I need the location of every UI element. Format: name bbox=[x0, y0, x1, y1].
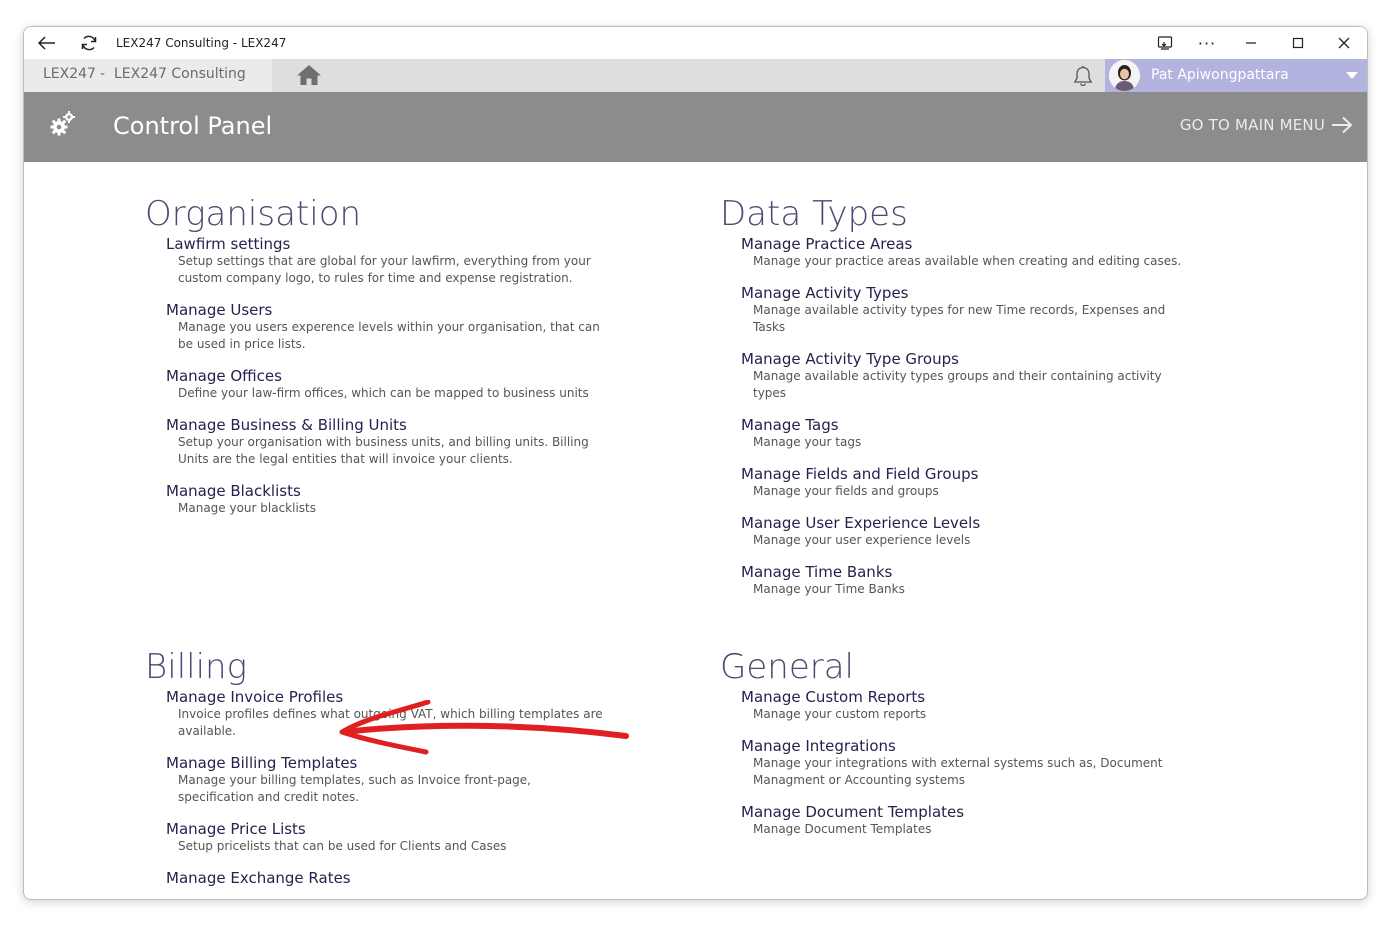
item-link[interactable]: Manage Time Banks bbox=[741, 563, 892, 581]
item-description: Invoice profiles defines what outgoing V… bbox=[178, 707, 603, 738]
main-menu-label: GO TO MAIN MENU bbox=[1179, 116, 1325, 134]
title-bar: LEX247 Consulting - LEX247 ··· bbox=[24, 27, 1367, 59]
item-link[interactable]: Manage Integrations bbox=[741, 737, 896, 755]
item-description: Setup your organisation with business un… bbox=[178, 435, 589, 466]
go-to-main-menu-link[interactable]: GO TO MAIN MENU bbox=[1180, 116, 1353, 134]
item-link[interactable]: Manage Practice Areas bbox=[741, 235, 912, 253]
tenant-selector[interactable]: LEX247 - LEX247 Consulting bbox=[24, 59, 272, 92]
refresh-icon[interactable] bbox=[76, 27, 102, 59]
item-description: Manage your custom reports bbox=[753, 707, 927, 721]
item-link[interactable]: Manage Billing Templates bbox=[166, 754, 357, 772]
item-description: Manage your blacklists bbox=[178, 501, 317, 515]
item-description: Setup pricelists that can be used for Cl… bbox=[178, 839, 507, 853]
item-link[interactable]: Manage Users bbox=[166, 301, 272, 319]
tenant-short: LEX247 bbox=[43, 66, 96, 82]
section-title: Billing bbox=[145, 647, 247, 687]
list-item: Manage Activity Type Groups Manage availa… bbox=[741, 349, 1280, 402]
section-item-list: Manage Invoice Profiles Invoice profiles … bbox=[145, 687, 665, 887]
section-item-list: Manage Practice Areas Manage your practic… bbox=[720, 234, 1280, 598]
item-link[interactable]: Manage Tags bbox=[741, 416, 839, 434]
item-description: Manage your practice areas available whe… bbox=[753, 254, 1182, 268]
maximize-icon[interactable] bbox=[1285, 27, 1311, 59]
item-description: Manage you users experence levels within… bbox=[178, 320, 600, 351]
user-name: Pat Apiwongpattara bbox=[1151, 67, 1289, 83]
list-item: Manage Time Banks Manage your Time Banks bbox=[741, 562, 1280, 598]
item-description: Manage Document Templates bbox=[753, 822, 932, 836]
item-link[interactable]: Manage Offices bbox=[166, 367, 282, 385]
page-header: Control Panel GO TO MAIN MENU bbox=[24, 92, 1367, 162]
item-description: Manage your fields and groups bbox=[753, 484, 939, 498]
section-title: General bbox=[720, 647, 854, 687]
item-description: Manage your tags bbox=[753, 435, 862, 449]
close-icon[interactable] bbox=[1331, 27, 1357, 59]
list-item: Manage Custom Reports Manage your custom … bbox=[741, 687, 1280, 723]
list-item: Manage Tags Manage your tags bbox=[741, 415, 1280, 451]
list-item: Manage Users Manage you users experence l… bbox=[166, 300, 665, 353]
list-item: Manage Blacklists Manage your blacklists bbox=[166, 481, 665, 517]
section-general: General Manage Custom Reports Manage your… bbox=[720, 647, 1280, 851]
list-item: Manage Fields and Field Groups Manage you… bbox=[741, 464, 1280, 500]
list-item: Manage Practice Areas Manage your practic… bbox=[741, 234, 1280, 270]
section-item-list: Manage Custom Reports Manage your custom … bbox=[720, 687, 1280, 838]
list-item: Manage Activity Types Manage available ac… bbox=[741, 283, 1280, 336]
item-description: Manage your billing templates, such as I… bbox=[178, 773, 531, 804]
list-item: Manage Offices Define your law-firm offic… bbox=[166, 366, 665, 402]
home-icon[interactable] bbox=[296, 63, 322, 91]
list-item: Manage Business & Billing Units Setup you… bbox=[166, 415, 665, 468]
item-link[interactable]: Manage Blacklists bbox=[166, 482, 301, 500]
list-item: Manage Exchange Rates bbox=[166, 868, 665, 887]
item-description: Manage your integrations with external s… bbox=[753, 756, 1163, 787]
item-link[interactable]: Manage Custom Reports bbox=[741, 688, 925, 706]
arrow-right-icon bbox=[1332, 116, 1353, 134]
section-item-list: Lawfirm settings Setup settings that are … bbox=[145, 234, 665, 517]
bell-icon[interactable] bbox=[1071, 64, 1095, 92]
item-link[interactable]: Manage Exchange Rates bbox=[166, 869, 351, 887]
gears-icon bbox=[48, 109, 78, 143]
item-link[interactable]: Manage Fields and Field Groups bbox=[741, 465, 978, 483]
section-title: Organisation bbox=[145, 194, 362, 234]
item-description: Manage your user experience levels bbox=[753, 533, 971, 547]
section-title: Data Types bbox=[720, 194, 908, 234]
item-link[interactable]: Manage Business & Billing Units bbox=[166, 416, 407, 434]
item-description: Define your law-firm offices, which can … bbox=[178, 386, 589, 400]
tenant-name: LEX247 Consulting bbox=[114, 66, 246, 82]
item-description: Manage your Time Banks bbox=[753, 582, 905, 596]
list-item: Manage Integrations Manage your integrati… bbox=[741, 736, 1280, 789]
item-description: Manage available activity types groups a… bbox=[753, 369, 1162, 400]
window-title: LEX247 Consulting - LEX247 bbox=[116, 36, 287, 50]
list-item: Manage User Experience Levels Manage your… bbox=[741, 513, 1280, 549]
item-description: Setup settings that are global for your … bbox=[178, 254, 591, 285]
minimize-icon[interactable] bbox=[1238, 27, 1264, 59]
user-menu[interactable]: Pat Apiwongpattara bbox=[1105, 59, 1367, 92]
section-data-types: Data Types Manage Practice Areas Manage y… bbox=[720, 194, 1280, 611]
item-link[interactable]: Manage Price Lists bbox=[166, 820, 306, 838]
back-arrow-icon[interactable] bbox=[34, 27, 60, 59]
item-link[interactable]: Manage Activity Type Groups bbox=[741, 350, 959, 368]
avatar bbox=[1109, 60, 1140, 91]
item-link[interactable]: Manage Invoice Profiles bbox=[166, 688, 343, 706]
list-item: Manage Invoice Profiles Invoice profiles … bbox=[166, 687, 665, 740]
tenant-separator: - bbox=[100, 66, 106, 82]
list-item: Manage Billing Templates Manage your bill… bbox=[166, 753, 665, 806]
app-window: LEX247 Consulting - LEX247 ··· LEX247 - … bbox=[23, 26, 1368, 900]
item-link[interactable]: Manage User Experience Levels bbox=[741, 514, 980, 532]
list-item: Lawfirm settings Setup settings that are … bbox=[166, 234, 665, 287]
section-organisation: Organisation Lawfirm settings Setup setti… bbox=[145, 194, 665, 530]
list-item: Manage Price Lists Setup pricelists that … bbox=[166, 819, 665, 855]
more-options-icon[interactable]: ··· bbox=[1194, 27, 1220, 59]
nav-bar: LEX247 - LEX247 Consulting Pat Apiwongpa… bbox=[24, 59, 1367, 92]
item-link[interactable]: Lawfirm settings bbox=[166, 235, 290, 253]
section-billing: Billing Manage Invoice Profiles Invoice p… bbox=[145, 647, 665, 899]
page-title: Control Panel bbox=[113, 112, 273, 140]
cast-icon[interactable] bbox=[1152, 27, 1178, 59]
list-item: Manage Document Templates Manage Document… bbox=[741, 802, 1280, 838]
control-panel-content: Organisation Lawfirm settings Setup setti… bbox=[24, 162, 1367, 899]
item-description: Manage available activity types for new … bbox=[753, 303, 1166, 334]
item-link[interactable]: Manage Activity Types bbox=[741, 284, 908, 302]
chevron-down-icon[interactable] bbox=[1346, 72, 1358, 79]
item-link[interactable]: Manage Document Templates bbox=[741, 803, 964, 821]
